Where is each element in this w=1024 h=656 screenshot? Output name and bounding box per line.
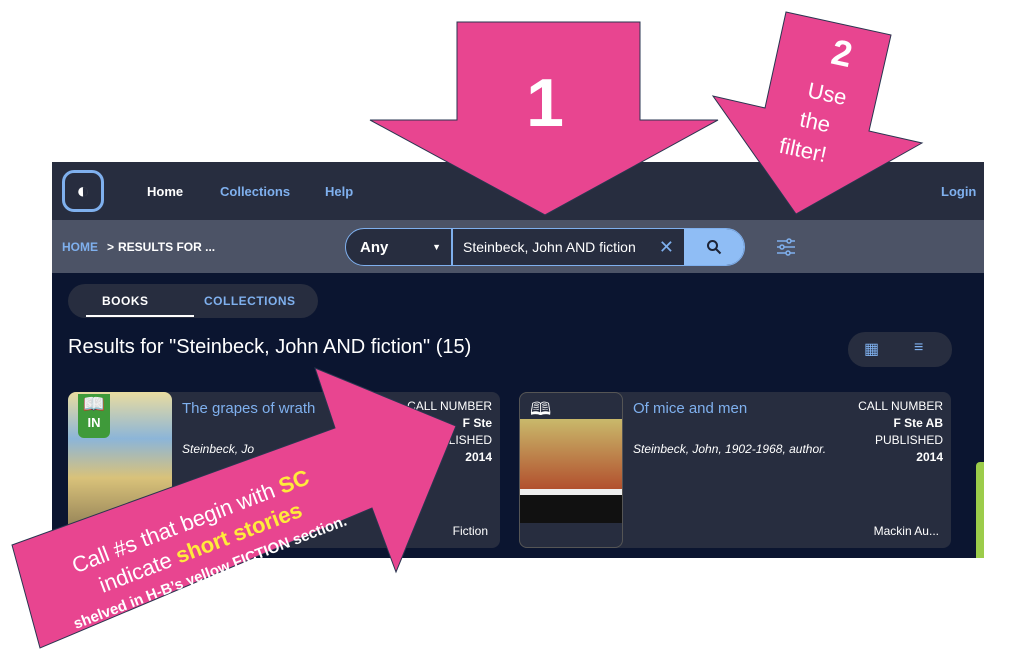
arrow-1-label: 1 <box>526 65 564 141</box>
annotation-overlay: 1 2 Use the filter! Call #s that begin w… <box>11 11 924 649</box>
